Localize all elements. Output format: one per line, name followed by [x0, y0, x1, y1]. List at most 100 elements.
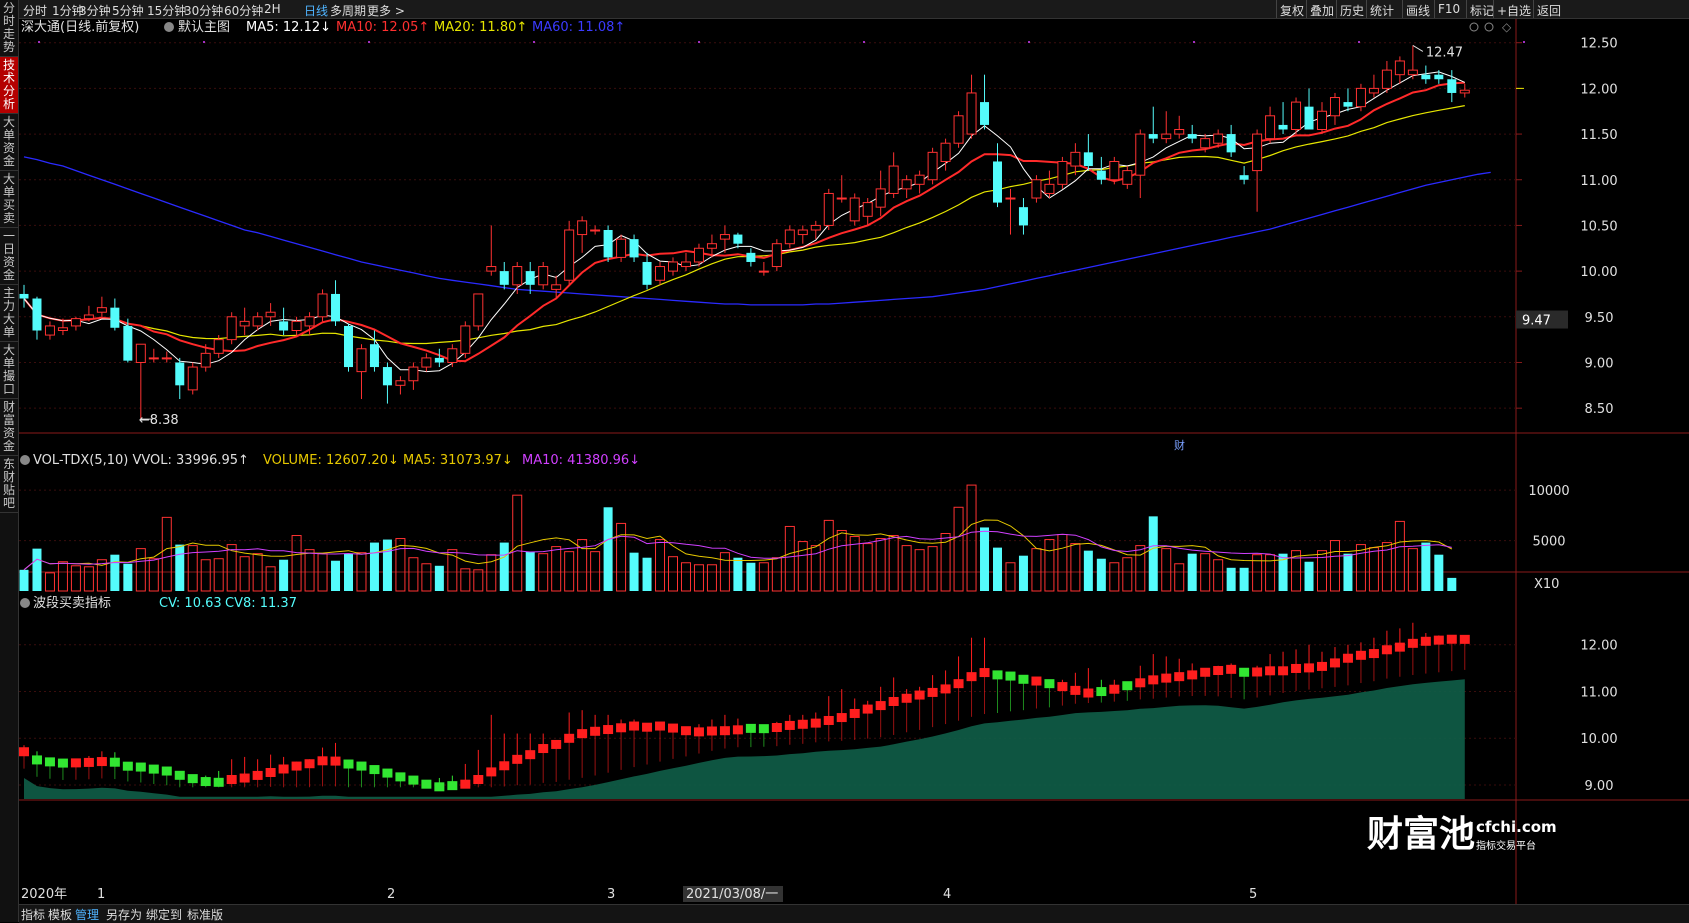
y-tick-label: 11.50 — [1580, 128, 1617, 143]
bottom-tab-2[interactable]: 管理 — [75, 906, 99, 923]
period-dot — [698, 41, 700, 43]
volume-bar-down — [32, 548, 42, 591]
tool-button-4[interactable]: 画线 — [1406, 2, 1430, 19]
volume-bar-down — [1096, 558, 1106, 591]
candle-body-up — [1122, 170, 1133, 185]
ind-brick — [680, 726, 691, 736]
sidebar-tab-4[interactable]: 一日资金 — [0, 228, 18, 285]
ind-brick — [1005, 671, 1016, 681]
period-tab-4[interactable]: 15分钟 — [147, 2, 186, 19]
vol-volume: VOLUME: 12607.20↓ — [263, 453, 399, 468]
sidebar-tab-7[interactable]: 财富资金 — [0, 399, 18, 456]
tool-button-5[interactable]: F10 — [1438, 2, 1460, 16]
sidebar-tab-5[interactable]: 主力大单 — [0, 285, 18, 342]
period-tab-5[interactable]: 30分钟 — [184, 2, 223, 19]
bottom-tab-0[interactable]: 指标 — [21, 906, 45, 923]
period-tab-10[interactable]: 更多 > — [367, 2, 405, 19]
ind-brick — [1083, 688, 1094, 698]
bottom-tab-3[interactable]: 另存为 — [106, 906, 142, 923]
volume-bar-down — [733, 557, 743, 591]
ind-brick — [875, 701, 886, 711]
period-tab-9[interactable]: 多周期 — [330, 2, 366, 19]
bottom-tab-5[interactable]: 标准版 — [187, 906, 223, 923]
x-label-apr: 4 — [943, 887, 951, 902]
ind-brick — [1135, 678, 1146, 688]
current-price-label: 9.47 — [1522, 314, 1551, 329]
period-tab-0[interactable]: 分时 — [23, 2, 47, 19]
sidebar-tab-8[interactable]: 东财贴吧 — [0, 456, 18, 513]
ind-brick — [797, 719, 808, 729]
sidebar-tab-6[interactable]: 大单撮口 — [0, 342, 18, 399]
vol-settings-icon[interactable] — [20, 455, 30, 465]
candle-body-up — [395, 380, 406, 386]
template-name[interactable]: 默认主图 — [178, 19, 230, 35]
volume-bar-down — [629, 552, 639, 591]
tool-button-2[interactable]: 历史 — [1340, 2, 1364, 19]
candle-body-up — [291, 320, 302, 332]
tool-button-3[interactable]: 统计 — [1370, 2, 1394, 19]
tool-button-7[interactable]: +自选 — [1497, 2, 1531, 19]
bottom-tab-4[interactable]: 绑定到 — [146, 906, 182, 923]
watermark-brand: 财富池 — [1367, 813, 1475, 855]
x-label-feb: 2 — [387, 887, 395, 902]
sidebar-tab-0[interactable]: 分时走势 — [0, 0, 18, 57]
candle-body-down — [382, 367, 392, 386]
sidebar-tab-1[interactable]: 技术分析 — [0, 57, 18, 114]
watermark-slogan: 指标交易平台 — [1476, 839, 1536, 852]
tool-button-0[interactable]: 复权 — [1280, 2, 1304, 19]
y-tick-label: 12.50 — [1580, 37, 1617, 52]
ind-brick — [564, 733, 575, 743]
candle-body-up — [1291, 101, 1302, 131]
candle-body-down — [1239, 175, 1249, 180]
ind-brick — [771, 722, 782, 732]
tool-button-6[interactable]: 标记 — [1470, 2, 1494, 19]
volume-bar-down — [1083, 550, 1093, 591]
ind-brick — [655, 721, 666, 731]
ind-brick — [57, 758, 68, 768]
ind-brick — [278, 764, 289, 774]
period-tab-3[interactable]: 5分钟 — [112, 2, 144, 19]
ind-brick — [1304, 663, 1315, 673]
candle-body-up — [1135, 133, 1146, 176]
ind-brick — [1446, 634, 1457, 644]
sidebar-tab-3[interactable]: 大单买卖 — [0, 171, 18, 228]
period-tab-2[interactable]: 3分钟 — [79, 2, 111, 19]
ind-brick — [706, 726, 717, 736]
ind-brick — [187, 774, 198, 784]
top-toolbar: 分时 1分钟 3分钟 5分钟 15分钟 30分钟 60分钟 2H 日线 多周期 更多 > 复权 叠加 历史… — [19, 0, 1689, 19]
candle-body-up — [70, 318, 81, 327]
ind-title: 波段买卖指标 — [33, 596, 111, 611]
panel-close-icon[interactable]: ◇ — [1502, 20, 1512, 34]
ind-brick — [356, 761, 367, 771]
candle-body-down — [993, 161, 1002, 203]
tool-button-1[interactable]: 叠加 — [1310, 2, 1334, 19]
template-circle-icon[interactable] — [164, 22, 174, 32]
volume-bar-down — [110, 554, 120, 591]
ind-brick — [538, 744, 549, 754]
bottom-tab-1[interactable]: 模板 — [48, 906, 72, 923]
candle — [317, 289, 328, 322]
candle-body-up — [187, 366, 198, 391]
ind-tick-label: 9.00 — [1585, 779, 1614, 794]
ind-brick — [447, 781, 458, 791]
ind-settings-icon[interactable] — [20, 598, 30, 608]
period-tab-7[interactable]: 2H — [264, 2, 281, 16]
chart-area[interactable]: 12.47 ←8.38 财 12.50 12.00 11.50 11.00 10.50 10.… — [19, 19, 1689, 904]
volume-bar-down — [1187, 553, 1197, 591]
period-tab-8[interactable]: 日线 — [304, 2, 328, 19]
tool-separator — [1466, 0, 1467, 18]
candle-body-up — [1394, 60, 1405, 76]
tool-button-8[interactable]: 返回 — [1537, 2, 1561, 19]
candle-body-up — [44, 325, 55, 336]
ind-brick — [1317, 661, 1327, 671]
ind-brick — [1070, 685, 1081, 695]
ind-brick — [1161, 673, 1172, 683]
ind-brick — [317, 756, 328, 766]
sidebar-tab-2[interactable]: 大单资金 — [0, 114, 18, 171]
candle — [1109, 156, 1120, 185]
candle-body-up — [927, 151, 938, 181]
ind-brick — [1239, 667, 1250, 677]
candle-body-up — [706, 243, 717, 249]
period-tab-6[interactable]: 60分钟 — [224, 2, 263, 19]
candle-body-up — [1252, 133, 1263, 172]
